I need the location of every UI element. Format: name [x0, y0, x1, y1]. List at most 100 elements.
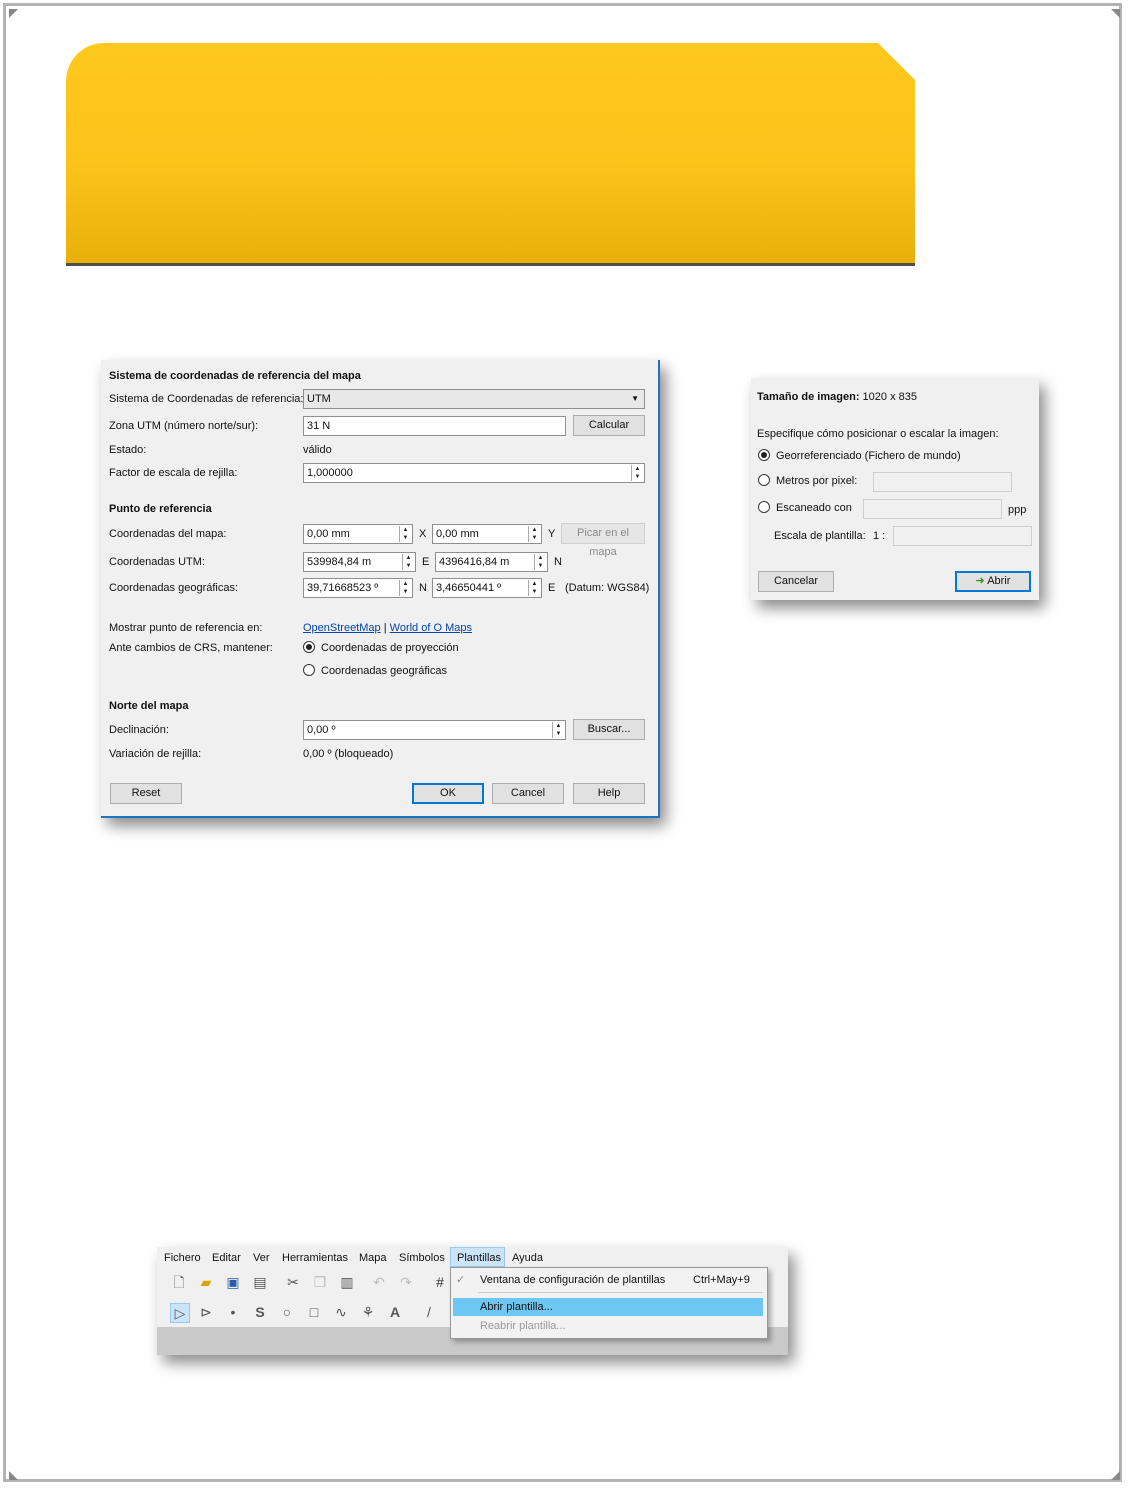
- meters-per-pixel-input[interactable]: [873, 472, 1012, 492]
- select-arrow-icon[interactable]: ▷: [170, 1303, 190, 1323]
- header-banner: [66, 43, 915, 266]
- templates-dropdown: ✓ Ventana de configuración de plantillas…: [450, 1267, 768, 1339]
- map-y-value: 0,00 mm: [436, 528, 479, 540]
- menu-file[interactable]: Fichero: [164, 1252, 201, 1264]
- template-scale-input[interactable]: [893, 526, 1032, 546]
- utm-easting-value: 539984,84 m: [307, 556, 372, 568]
- radio-scanned[interactable]: [758, 501, 770, 513]
- link-separator: |: [383, 622, 387, 634]
- freehand-icon[interactable]: ∿: [332, 1303, 350, 1321]
- rectangle-icon[interactable]: □: [305, 1303, 323, 1321]
- search-declination-button[interactable]: Buscar...: [573, 719, 645, 740]
- map-x-input[interactable]: 0,00 mm ▲ ▼: [303, 524, 413, 544]
- utm-northing-input[interactable]: 4396416,84 m ▲ ▼: [435, 552, 548, 572]
- image-size-label: Tamaño de imagen:: [757, 391, 860, 403]
- open-image-button[interactable]: ➜ Abrir: [955, 571, 1031, 592]
- cut-icon[interactable]: ✂: [284, 1273, 302, 1291]
- spinner-icon[interactable]: ▲ ▼: [552, 722, 564, 738]
- status-label: Estado:: [109, 444, 147, 456]
- circle-icon[interactable]: ○: [278, 1303, 296, 1321]
- map-y-input[interactable]: 0,00 mm ▲ ▼: [432, 524, 542, 544]
- crs-select[interactable]: UTM ▼: [303, 389, 645, 409]
- map-x-value: 0,00 mm: [307, 528, 350, 540]
- declination-input[interactable]: 0,00 º ▲ ▼: [303, 720, 566, 740]
- map-y-axis: Y: [548, 528, 556, 540]
- utm-easting-axis: E: [422, 556, 430, 568]
- spinner-icon[interactable]: ▲ ▼: [528, 580, 540, 596]
- menu-map[interactable]: Mapa: [359, 1252, 387, 1264]
- crs-label: Sistema de Coordenadas de referencia:: [109, 393, 304, 405]
- position-instruction: Especifique cómo posicionar o escalar la…: [757, 428, 999, 440]
- template-config-shortcut: Ctrl+May+9: [693, 1274, 750, 1286]
- save-icon[interactable]: ▣: [224, 1273, 242, 1291]
- print-icon[interactable]: ▤: [251, 1273, 269, 1291]
- calculate-button[interactable]: Calcular: [573, 415, 645, 436]
- image-size-value: 1020 x 835: [862, 391, 917, 403]
- cancel-button[interactable]: Cancel: [492, 783, 564, 804]
- world-of-o-maps-link[interactable]: World of O Maps: [390, 622, 472, 634]
- ok-button[interactable]: OK: [412, 783, 484, 804]
- edit-line-icon[interactable]: ⊳: [197, 1303, 215, 1321]
- reference-links: OpenStreetMap | World of O Maps: [303, 622, 472, 634]
- menu-tools[interactable]: Herramientas: [282, 1252, 348, 1264]
- fill-icon[interactable]: ⚘: [359, 1303, 377, 1321]
- point-icon[interactable]: •: [224, 1303, 242, 1321]
- template-scale-prefix: 1 :: [873, 530, 886, 542]
- chevron-down-icon: ▼: [631, 394, 639, 403]
- pen-icon[interactable]: /: [420, 1303, 438, 1321]
- help-button[interactable]: Help: [573, 783, 645, 804]
- corner-decoration: [9, 9, 18, 18]
- curve-icon[interactable]: S: [251, 1303, 269, 1321]
- menu-edit[interactable]: Editar: [212, 1252, 241, 1264]
- new-file-icon[interactable]: 🗋: [170, 1273, 188, 1291]
- radio-scanned-label: Escaneado con: [776, 502, 852, 514]
- image-size: Tamaño de imagen: 1020 x 835: [757, 391, 917, 403]
- spinner-icon[interactable]: ▲ ▼: [534, 554, 546, 570]
- openstreetmap-link[interactable]: OpenStreetMap: [303, 622, 381, 634]
- grid-variation-value: 0,00 º (bloqueado): [303, 748, 394, 760]
- reset-button[interactable]: Reset: [110, 783, 182, 804]
- radio-geographic[interactable]: [303, 664, 315, 676]
- geo-latitude-input[interactable]: 39,71668523 º ▲ ▼: [303, 578, 413, 598]
- open-folder-icon[interactable]: ▰: [197, 1273, 215, 1291]
- crs-select-value: UTM: [307, 393, 331, 405]
- reopen-template-item[interactable]: Reabrir plantilla...: [480, 1320, 566, 1332]
- undo-icon[interactable]: ↶: [370, 1273, 388, 1291]
- geo-longitude-value: 3,46650441 º: [436, 582, 502, 594]
- menu-symbols[interactable]: Símbolos: [399, 1252, 445, 1264]
- menu-view[interactable]: Ver: [253, 1252, 270, 1264]
- copy-icon[interactable]: ❐: [311, 1273, 329, 1291]
- geo-longitude-input[interactable]: 3,46650441 º ▲ ▼: [432, 578, 542, 598]
- open-template-item[interactable]: Abrir plantilla...: [480, 1301, 553, 1313]
- pick-on-map-button[interactable]: Picar en el mapa: [561, 523, 645, 558]
- redo-icon[interactable]: ↷: [397, 1273, 415, 1291]
- utm-northing-value: 4396416,84 m: [439, 556, 510, 568]
- corner-decoration: [9, 1471, 18, 1480]
- declination-label: Declinación:: [109, 724, 169, 736]
- menu-help[interactable]: Ayuda: [512, 1252, 543, 1264]
- declination-value: 0,00 º: [307, 724, 336, 736]
- grid-icon[interactable]: #: [431, 1273, 449, 1291]
- spinner-icon[interactable]: ▲ ▼: [631, 465, 643, 481]
- radio-georeferenced[interactable]: [758, 449, 770, 461]
- radio-meters-per-pixel[interactable]: [758, 474, 770, 486]
- text-icon[interactable]: A: [386, 1303, 404, 1321]
- paste-icon[interactable]: ▥: [338, 1273, 356, 1291]
- radio-projection[interactable]: [303, 641, 315, 653]
- corner-decoration: [1111, 1471, 1120, 1480]
- spinner-icon[interactable]: ▲ ▼: [399, 580, 411, 596]
- dpi-unit: ppp: [1008, 504, 1027, 516]
- cancel-image-button[interactable]: Cancelar: [758, 571, 834, 592]
- grid-scale-input[interactable]: 1,000000 ▲ ▼: [303, 463, 645, 483]
- section-north-title: Norte del mapa: [109, 700, 189, 712]
- spinner-icon[interactable]: ▲ ▼: [402, 554, 414, 570]
- utm-easting-input[interactable]: 539984,84 m ▲ ▼: [303, 552, 416, 572]
- template-scale-label: Escala de plantilla:: [774, 530, 866, 542]
- template-config-item[interactable]: Ventana de configuración de plantillas: [480, 1274, 665, 1286]
- menu-templates[interactable]: Plantillas: [457, 1252, 501, 1264]
- spinner-icon[interactable]: ▲ ▼: [399, 526, 411, 542]
- spinner-icon[interactable]: ▲ ▼: [528, 526, 540, 542]
- utm-zone-input[interactable]: 31 N: [303, 416, 566, 436]
- grid-scale-label: Factor de escala de rejilla:: [109, 467, 238, 479]
- dpi-input[interactable]: [863, 499, 1002, 519]
